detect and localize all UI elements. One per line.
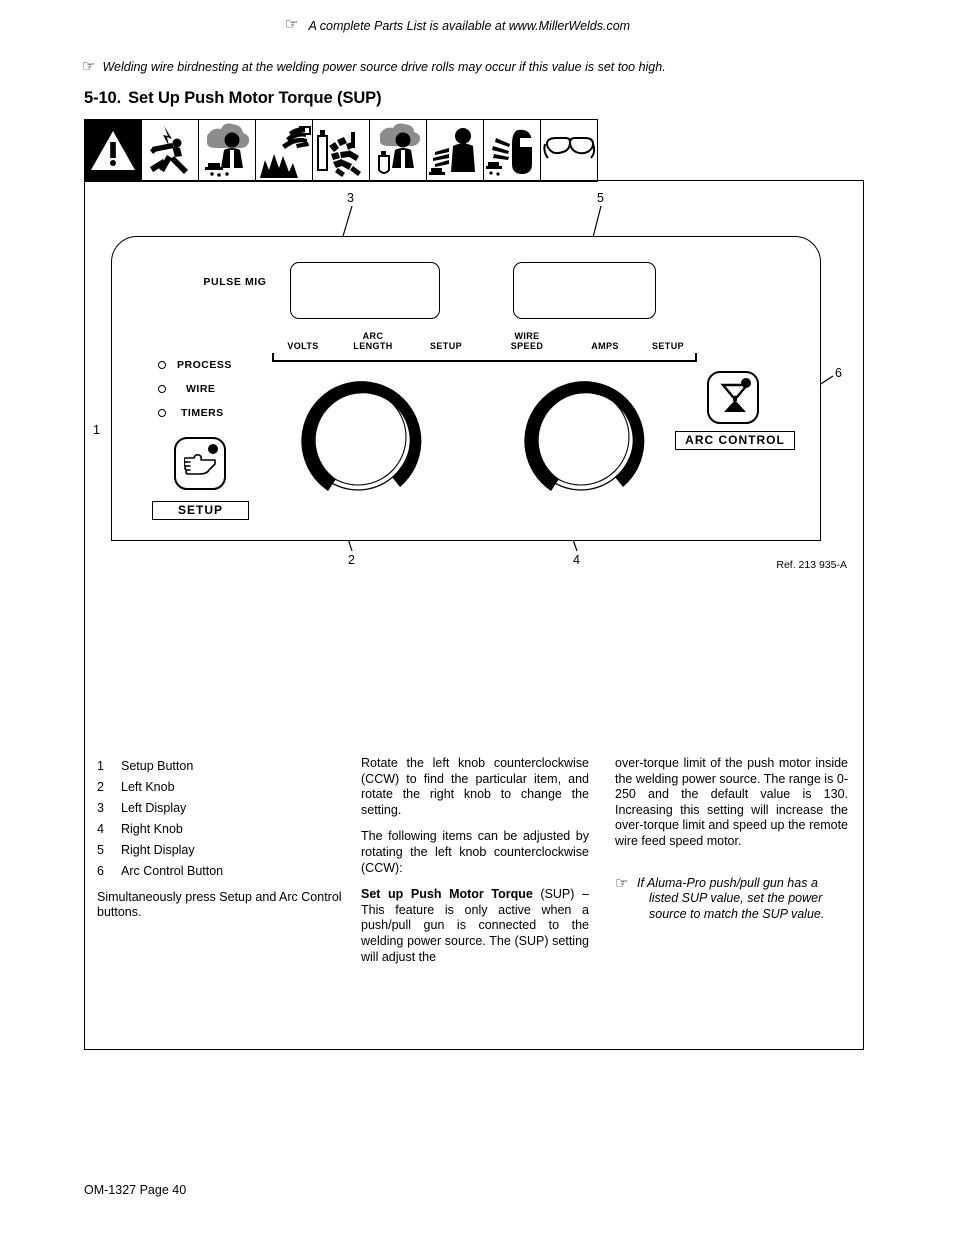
legend-label: Right Display — [121, 843, 195, 857]
paragraph-sup-definition: Set up Push Motor Torque (SUP) – This fe… — [361, 887, 589, 965]
aluma-pro-note-line-1: If Aluma-Pro push/pull gun has a — [637, 875, 818, 890]
led-label-timers: TIMERS — [181, 407, 224, 419]
right-display[interactable] — [513, 262, 656, 319]
led-dot-icon — [158, 385, 166, 393]
callout-4: 4 — [573, 553, 580, 567]
label-setup-left: SETUP — [429, 341, 462, 351]
legend-number: 2 — [97, 780, 104, 794]
label-setup-right: SETUP — [651, 341, 684, 351]
safety-icon-strip — [84, 119, 598, 182]
gas-cylinder-fumes-icon — [369, 119, 427, 182]
legend-number: 6 — [97, 864, 104, 878]
led-label-process: PROCESS — [177, 359, 232, 371]
sup-term: Set up Push Motor Torque — [361, 887, 533, 902]
pointing-hand-icon: ☞ — [615, 874, 629, 892]
led-indicator-wire: WIRE — [158, 383, 215, 395]
pointing-hand-icon: ☞ — [82, 58, 96, 75]
pointing-hand-icon: ☞ — [285, 16, 299, 33]
description-columns: 1 Setup Button 2 Left Knob 3 Left Displa… — [85, 756, 865, 964]
led-label-wire: WIRE — [186, 383, 216, 395]
callout-3: 3 — [347, 191, 354, 205]
legend-label: Left Display — [121, 801, 187, 815]
setup-button[interactable] — [174, 437, 226, 490]
legend-label: Arc Control Button — [121, 864, 224, 878]
paragraph-adjustable-items: The following items can be adjusted by r… — [361, 829, 589, 875]
flying-sparks-cylinder-icon — [312, 119, 370, 182]
legend-number: 5 — [97, 843, 104, 857]
led-indicator-timers: TIMERS — [158, 407, 224, 419]
callout-6: 6 — [835, 366, 842, 380]
legend-label: Right Knob — [121, 822, 183, 836]
section-title: Set Up Push Motor Torque (SUP) — [128, 89, 382, 107]
fire-explosion-icon — [255, 119, 313, 182]
section-heading: 5-10. Set Up Push Motor Torque (SUP) — [84, 89, 382, 108]
label-arc-length: ARC LENGTH — [353, 331, 393, 351]
left-knob[interactable] — [288, 367, 432, 511]
legend-column: 1 Setup Button 2 Left Knob 3 Left Displa… — [97, 756, 352, 921]
arc-control-button[interactable] — [707, 371, 759, 424]
welder-front-panel: PULSE MIG VOLTS ARC LENGTH SETUP WIRE SP… — [111, 236, 821, 541]
legend-number: 3 — [97, 801, 104, 815]
list-item: 4 Right Knob — [97, 819, 352, 840]
paragraph-rotate-knob: Rotate the left knob counterclockwise (C… — [361, 756, 589, 817]
legend-label: Setup Button — [121, 759, 194, 773]
led-dot-icon — [158, 409, 166, 417]
safety-glasses-icon — [540, 119, 598, 182]
list-item: 1 Setup Button — [97, 756, 352, 777]
electric-shock-icon — [141, 119, 199, 182]
arc-rays-helmet-icon — [483, 119, 541, 182]
hourglass-icon — [720, 383, 750, 412]
label-amps: AMPS — [591, 341, 619, 351]
section-number: 5-10. — [84, 89, 122, 107]
body-column-middle: Rotate the left knob counterclockwise (C… — [361, 756, 589, 965]
welding-fumes-icon — [198, 119, 256, 182]
list-item: 6 Arc Control Button — [97, 861, 352, 882]
aluma-pro-note-line-2: listed SUP value, set the power — [649, 891, 823, 906]
process-mode-label: PULSE MIG — [203, 276, 267, 288]
meter-label-bar: VOLTS ARC LENGTH SETUP WIRE SPEED AMPS S… — [272, 331, 697, 362]
right-knob[interactable] — [511, 367, 655, 511]
pointing-hand-icon — [184, 454, 216, 475]
birdnesting-note-text: Welding wire birdnesting at the welding … — [102, 60, 666, 74]
aluma-pro-note-line-3: source to match the SUP value. — [649, 906, 825, 921]
arc-rays-burn-icon — [426, 119, 484, 182]
aluma-pro-note: ☞ If Aluma-Pro push/pull gun has a liste… — [615, 876, 848, 923]
body-column-right: over-torque limit of the push motor insi… — [615, 756, 848, 922]
led-indicator-process: PROCESS — [158, 359, 232, 371]
list-item: 5 Right Display — [97, 840, 352, 861]
page-footer: OM-1327 Page 40 — [84, 1183, 187, 1197]
setup-button-caption: SETUP — [152, 501, 249, 520]
arc-control-caption: ARC CONTROL — [675, 431, 795, 450]
reference-number: Ref. 213 935-A — [776, 559, 847, 571]
legend-label: Left Knob — [121, 780, 175, 794]
paragraph-over-torque: over-torque limit of the push motor insi… — [615, 756, 848, 848]
parts-list-note-text: A complete Parts List is available at ww… — [308, 19, 631, 33]
warning-triangle-icon — [84, 119, 142, 182]
label-volts: VOLTS — [287, 341, 319, 351]
legend-footnote: Simultaneously press Setup and Arc Contr… — [97, 889, 342, 920]
callout-1: 1 — [93, 423, 100, 437]
label-bar-line — [272, 353, 697, 362]
birdnesting-note: ☞ Welding wire birdnesting at the weldin… — [82, 58, 882, 75]
left-display[interactable] — [290, 262, 440, 319]
list-item: 2 Left Knob — [97, 777, 352, 798]
label-wire-speed: WIRE SPEED — [510, 331, 544, 351]
legend-number: 4 — [97, 822, 104, 836]
figure-container: 3 5 1 2 4 6 PULSE MIG VOLTS ARC LENGTH S… — [84, 180, 864, 1050]
legend-number: 1 — [97, 759, 104, 773]
control-panel-diagram: 3 5 1 2 4 6 PULSE MIG VOLTS ARC LENGTH S… — [85, 181, 865, 591]
parts-list-note: ☞ A complete Parts List is available at … — [285, 16, 905, 33]
list-item: 3 Left Display — [97, 798, 352, 819]
callout-2: 2 — [348, 553, 355, 567]
callout-5: 5 — [597, 191, 604, 205]
led-dot-icon — [158, 361, 166, 369]
